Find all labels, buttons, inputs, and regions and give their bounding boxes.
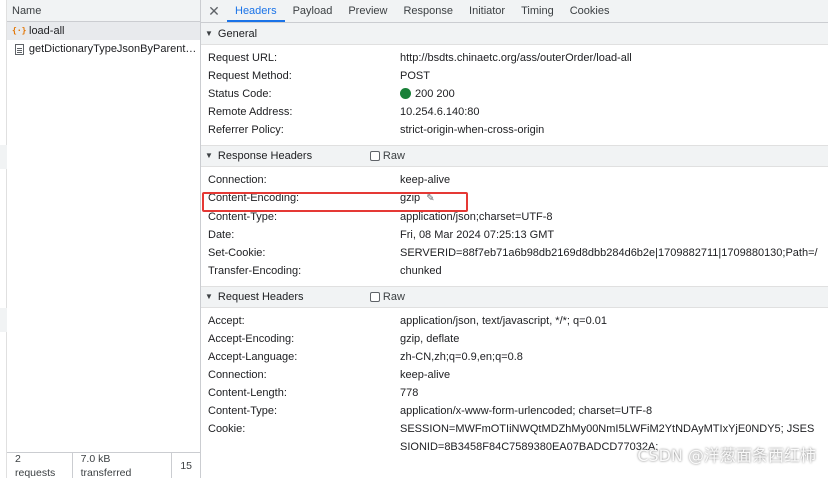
general-section-header[interactable]: ▼ General	[201, 23, 828, 45]
header-row: Accept-Language: zh-CN,zh;q=0.9,en;q=0.8	[201, 348, 828, 366]
header-key: Connection:	[208, 174, 267, 186]
header-key: Accept-Language:	[208, 351, 298, 363]
header-value: zh-CN,zh;q=0.9,en;q=0.8	[400, 351, 523, 363]
tab-headers[interactable]: Headers	[227, 0, 285, 22]
xhr-icon: {·}	[12, 26, 27, 35]
tab-payload[interactable]: Payload	[285, 0, 341, 22]
section-title: Response Headers	[217, 150, 313, 162]
request-details-panel: ✕ Headers Payload Preview Response Initi…	[201, 0, 828, 478]
raw-label: Raw	[382, 150, 405, 162]
header-row: Accept-Encoding: gzip, deflate	[201, 330, 828, 348]
raw-checkbox[interactable]	[369, 292, 380, 302]
header-key: Content-Length:	[208, 387, 287, 399]
status-bar: 2 requests 7.0 kB transferred 15	[7, 451, 200, 478]
header-row: Status Code: 200 200	[201, 85, 828, 103]
raw-label: Raw	[382, 291, 405, 303]
header-row: Transfer-Encoding: chunked	[201, 262, 828, 280]
header-row: Request URL: http://bsdts.chinaetc.org/as…	[201, 49, 828, 67]
request-row-get-dictionary[interactable]: getDictionaryTypeJsonByParentC...	[7, 40, 200, 58]
left-edge-strip	[0, 0, 7, 478]
header-key: Set-Cookie:	[208, 247, 266, 259]
triangle-down-icon: ▼	[205, 28, 213, 38]
response-header-rows: Connection: keep-alive Content-Encoding: g…	[201, 167, 828, 286]
request-count: 2 requests	[7, 451, 73, 478]
header-value: 778	[400, 387, 419, 399]
header-row: Accept: application/json, text/javascript…	[201, 312, 828, 330]
header-key: Request Method:	[208, 70, 292, 82]
request-name: getDictionaryTypeJsonByParentC...	[28, 43, 200, 55]
triangle-down-icon: ▼	[205, 151, 213, 160]
request-list-panel: Name {·} load-all getDictionaryTypeJsonB…	[7, 0, 201, 478]
request-header-rows: Accept: application/json, text/javascript…	[201, 308, 828, 462]
header-value: POST	[400, 70, 430, 82]
raw-checkbox[interactable]	[369, 151, 380, 161]
general-rows: Request URL: http://bsdts.chinaetc.org/as…	[201, 45, 828, 145]
header-value: keep-alive	[400, 369, 451, 381]
header-value: Fri, 08 Mar 2024 07:25:13 GMT	[400, 229, 555, 241]
request-name: load-all	[29, 25, 65, 37]
tab-preview[interactable]: Preview	[340, 0, 395, 22]
tab-response[interactable]: Response	[395, 0, 461, 22]
section-title: Request Headers	[217, 291, 304, 303]
header-key: Remote Address:	[208, 106, 293, 118]
header-value: keep-alive	[400, 174, 451, 186]
header-value: application/x-www-form-urlencoded; chars…	[400, 405, 653, 417]
tab-timing[interactable]: Timing	[513, 0, 562, 22]
header-row: Request Method: POST	[201, 67, 828, 85]
header-row: Connection: keep-alive	[201, 171, 828, 189]
status-ok-dot-icon	[400, 88, 411, 99]
resources-size: 15	[180, 459, 192, 472]
tab-initiator[interactable]: Initiator	[461, 0, 513, 22]
status-code-value: 200 200	[400, 85, 828, 103]
header-value: SERVERID=88f7eb71a6b98db2169d8dbb284d6b2…	[400, 247, 818, 259]
header-row: Referrer Policy: strict-origin-when-cross…	[201, 121, 828, 139]
transferred-size: 7.0 kB transferred	[73, 451, 173, 478]
header-row: Connection: keep-alive	[201, 366, 828, 384]
section-title: General	[217, 27, 258, 40]
document-icon	[15, 43, 24, 55]
close-icon[interactable]: ✕	[201, 0, 227, 22]
header-key: Referrer Policy:	[208, 124, 284, 136]
strip-mark	[0, 145, 7, 169]
header-key: Accept:	[208, 315, 245, 327]
header-row: Content-Type: application/x-www-form-urle…	[201, 402, 828, 420]
header-row: Content-Length: 778	[201, 384, 828, 402]
request-row-load-all[interactable]: {·} load-all	[7, 22, 200, 40]
header-value: gzip, deflate	[400, 333, 460, 345]
header-row: Set-Cookie: SERVERID=88f7eb71a6b98db2169d…	[201, 244, 828, 262]
header-key: Cookie:	[208, 423, 246, 435]
details-tab-bar: ✕ Headers Payload Preview Response Initi…	[201, 0, 828, 23]
name-column-header[interactable]: Name	[7, 0, 200, 22]
header-row: Date: Fri, 08 Mar 2024 07:25:13 GMT	[201, 226, 828, 244]
watermark: CSDN @洋葱面条西红柿	[637, 446, 816, 465]
raw-toggle[interactable]: Raw	[369, 286, 405, 308]
header-value: application/json, text/javascript, */*; …	[400, 315, 607, 327]
status-code-text: 200 200	[415, 88, 455, 100]
header-key: Accept-Encoding:	[208, 333, 295, 345]
raw-toggle[interactable]: Raw	[369, 145, 405, 167]
header-key: Content-Type:	[208, 405, 278, 417]
header-key: Status Code:	[208, 88, 272, 100]
strip-mark	[0, 308, 7, 332]
header-key: Transfer-Encoding:	[208, 265, 302, 277]
header-key: Date:	[208, 229, 235, 241]
triangle-down-icon: ▼	[205, 292, 213, 301]
header-value: 10.254.6.140:80	[400, 106, 480, 118]
header-value: chunked	[400, 265, 442, 277]
tab-cookies[interactable]: Cookies	[562, 0, 618, 22]
header-value: http://bsdts.chinaetc.org/ass/outerOrder…	[400, 52, 632, 64]
header-key: Request URL:	[208, 52, 278, 64]
response-headers-section-header[interactable]: ▼ Response Headers Raw	[201, 145, 828, 167]
header-value: strict-origin-when-cross-origin	[400, 124, 545, 136]
annotation-highlight-box	[202, 192, 468, 212]
request-headers-section-header[interactable]: ▼ Request Headers Raw	[201, 286, 828, 308]
header-row: Remote Address: 10.254.6.140:80	[201, 103, 828, 121]
header-key: Connection:	[208, 369, 267, 381]
